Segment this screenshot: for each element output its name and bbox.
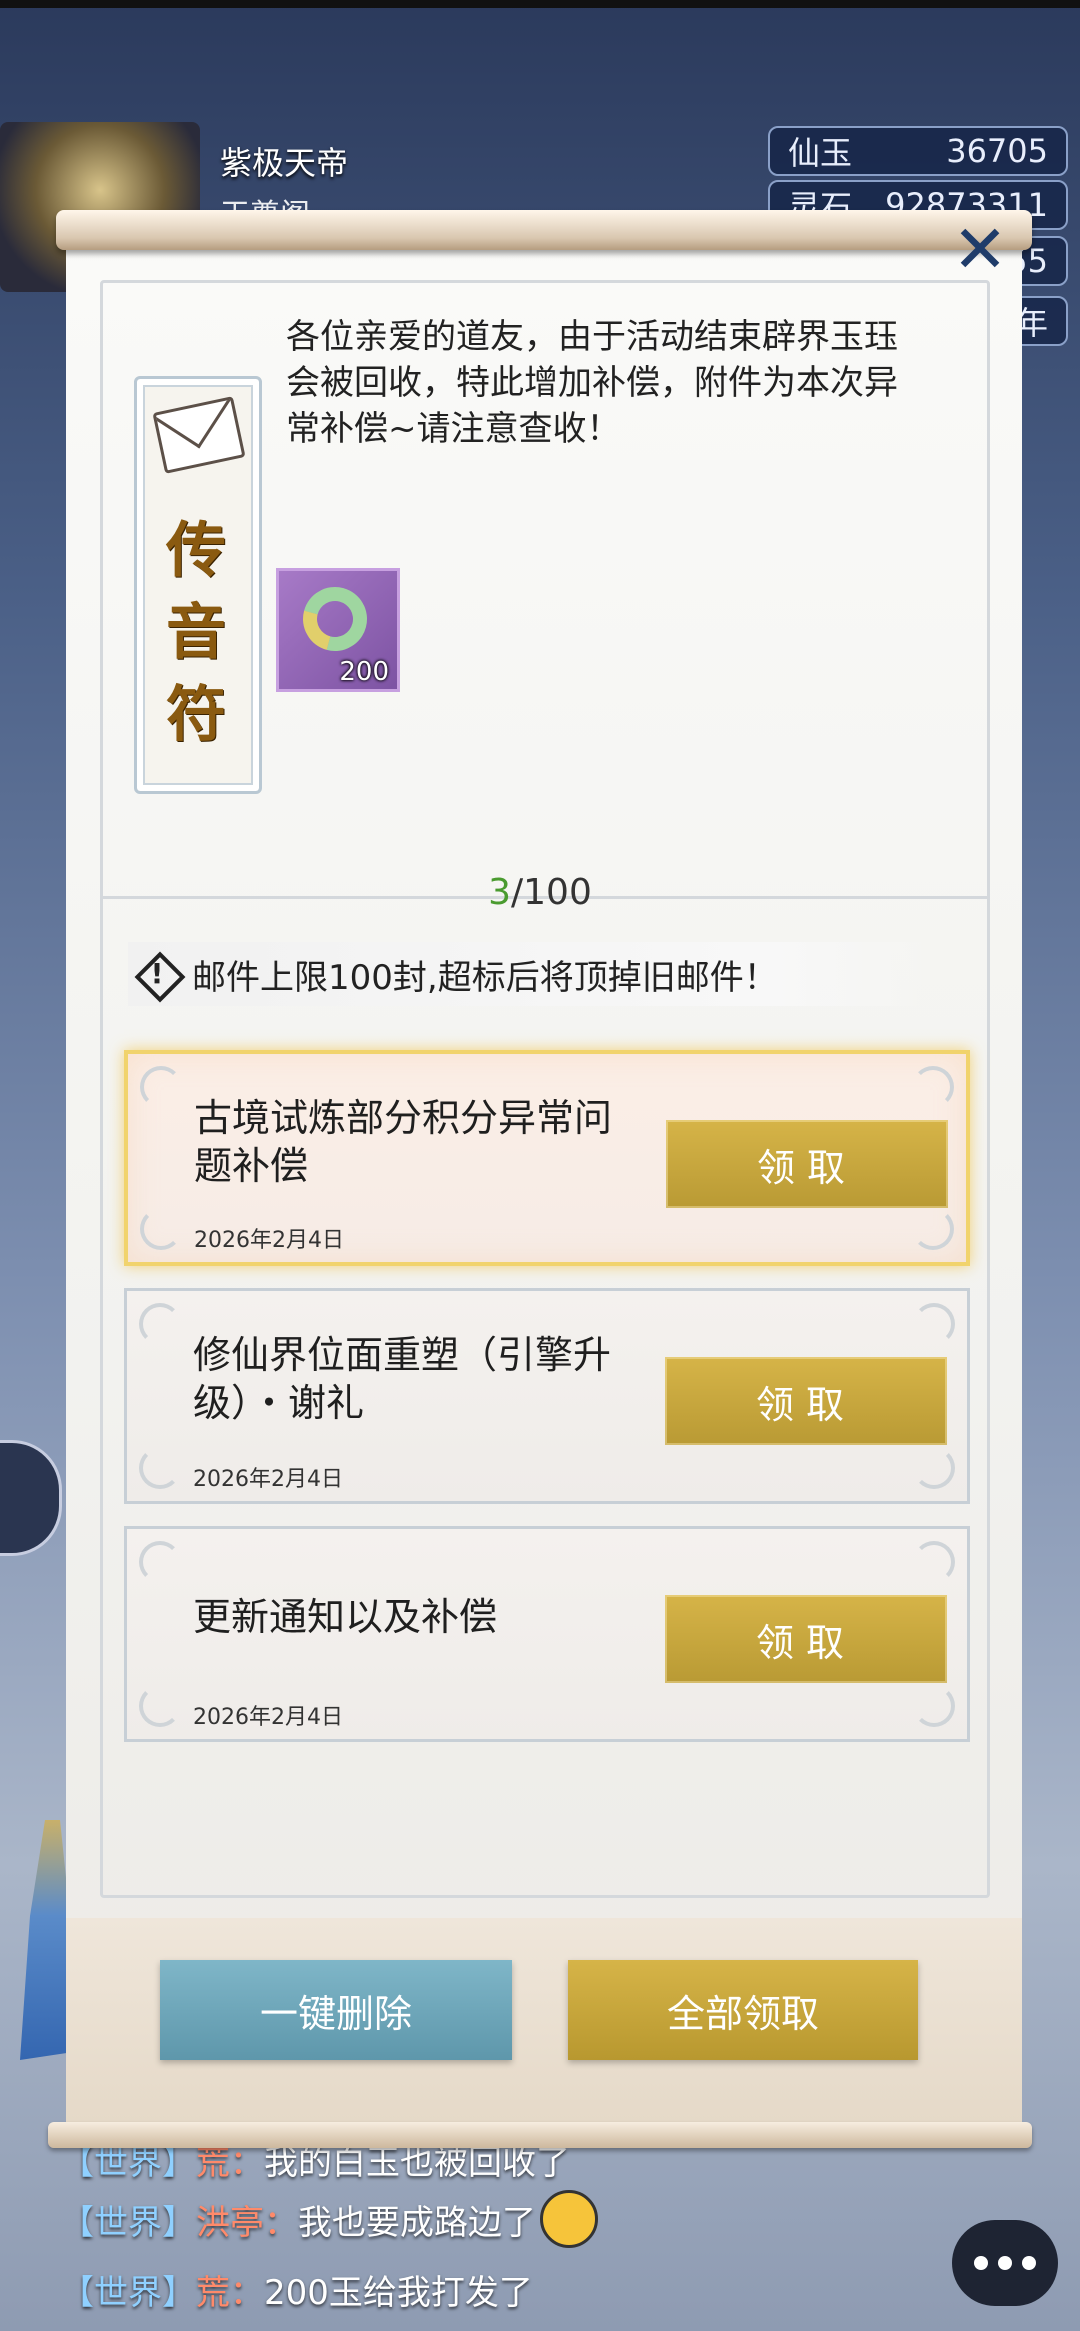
claim-button[interactable]: 领取 xyxy=(666,1120,948,1208)
claim-button[interactable]: 领取 xyxy=(665,1595,947,1683)
chat-text: 我也要成路边了 xyxy=(298,2203,536,2243)
mail-date: 2026年2月4日 xyxy=(193,1467,343,1492)
crying-emoji-icon xyxy=(540,2189,598,2248)
player-name: 紫极天帝 xyxy=(220,144,349,182)
claim-button[interactable]: 领取 xyxy=(665,1357,947,1445)
mail-count-current: 3 xyxy=(488,872,512,913)
scroll-rod-top xyxy=(56,210,1032,250)
chat-channel: 【世界】 xyxy=(60,2203,196,2243)
resource-label: 仙玉 xyxy=(788,134,853,172)
delete-all-button[interactable]: 一键删除 xyxy=(160,1960,512,2060)
chat-sender: 荒： xyxy=(196,2273,264,2313)
close-icon[interactable]: ✕ xyxy=(950,217,1010,283)
mail-title: 古境试炼部分积分异常问题补偿 xyxy=(194,1096,613,1188)
scroll-rod-bottom xyxy=(48,2122,1032,2148)
attachment-item[interactable]: 200 xyxy=(276,568,400,692)
attachment-count: 200 xyxy=(339,657,389,687)
mail-limit-warning: 邮件上限100封,超标后将顶掉旧邮件！ xyxy=(128,942,928,1006)
chat-line: 【世界】洪亭：我也要成路边了 xyxy=(60,2189,598,2254)
side-menu-button[interactable] xyxy=(0,1440,62,1556)
resource-value: 36705 xyxy=(946,132,1048,170)
mail-list-item[interactable]: 古境试炼部分积分异常问题补偿 2026年2月4日 领取 xyxy=(124,1050,970,1266)
mail-date: 2026年2月4日 xyxy=(193,1705,343,1730)
mail-list-item[interactable]: 修仙界位面重塑（引擎升级）・谢礼 2026年2月4日 领取 xyxy=(124,1288,970,1504)
warning-diamond-icon xyxy=(136,953,178,995)
mail-title: 更新通知以及补偿 xyxy=(193,1595,498,1639)
claim-all-button[interactable]: 全部领取 xyxy=(568,1960,918,2060)
chat-bubble-icon[interactable] xyxy=(952,2220,1058,2306)
chat-channel: 【世界】 xyxy=(60,2273,196,2313)
resource-jade[interactable]: 仙玉 36705 xyxy=(768,126,1068,176)
warning-text: 邮件上限100封,超标后将顶掉旧邮件！ xyxy=(192,957,778,998)
mail-count-max: 100 xyxy=(523,872,592,913)
mail-count-separator: / xyxy=(511,872,524,913)
chat-sender: 洪亭： xyxy=(196,2203,298,2243)
mail-body-text: 各位亲爱的道友，由于活动结束辟界玉珏会被回收，特此增加补偿，附件为本次异常补偿~… xyxy=(286,317,898,449)
jade-ring-icon xyxy=(291,575,379,663)
chat-text: 200玉给我打发了 xyxy=(264,2273,533,2313)
talisman-title: 传音符 xyxy=(166,516,226,750)
chat-sender: 荒： xyxy=(196,2143,264,2183)
chat-line: 【世界】荒：200玉给我打发了 xyxy=(60,2265,533,2314)
mail-list-item[interactable]: 更新通知以及补偿 2026年2月4日 领取 xyxy=(124,1526,970,1742)
chat-channel: 【世界】 xyxy=(60,2143,196,2183)
mail-title: 修仙界位面重塑（引擎升级）・谢礼 xyxy=(193,1333,612,1425)
status-strip xyxy=(0,0,1080,8)
mail-counter: 3/100 xyxy=(0,872,1080,913)
chat-text: 我的白玉也被回收了 xyxy=(264,2143,570,2183)
mail-date: 2026年2月4日 xyxy=(194,1228,344,1253)
